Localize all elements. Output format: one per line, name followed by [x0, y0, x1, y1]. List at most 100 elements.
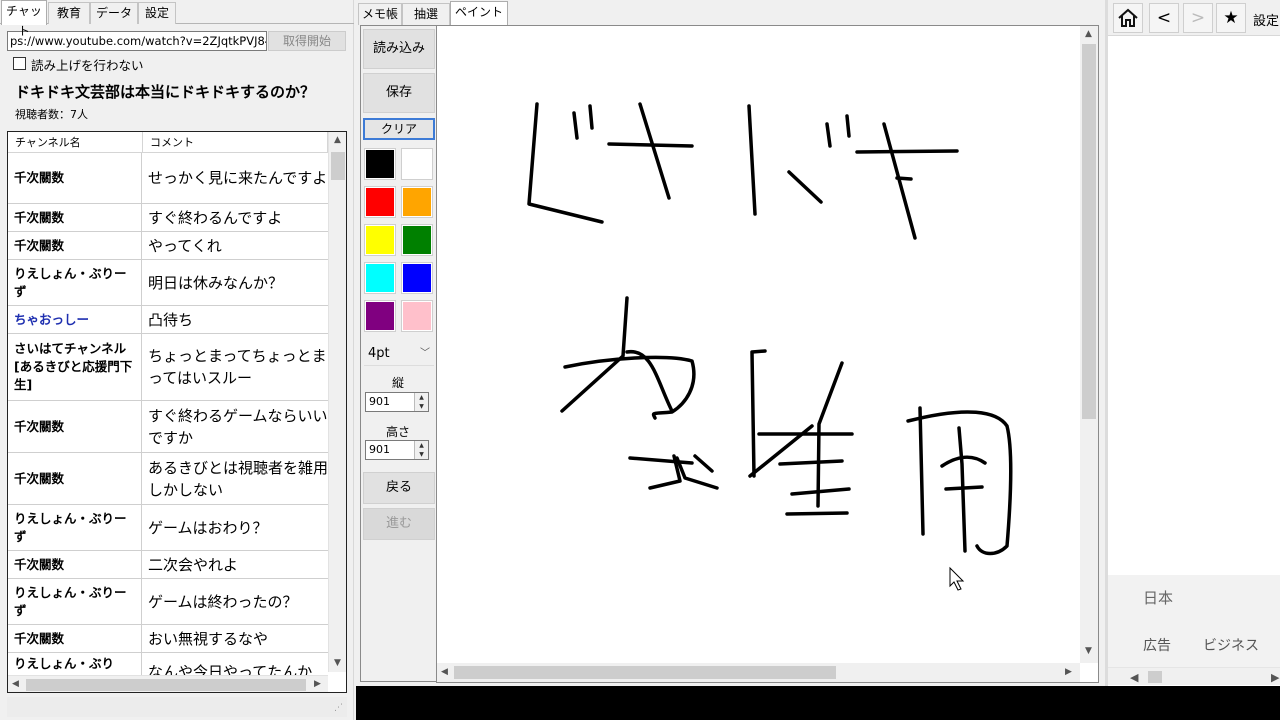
- comment-text: すぐ終わるんですよ: [148, 208, 283, 227]
- color-swatch-white[interactable]: [401, 148, 433, 180]
- table-row[interactable]: 千次關数 おい無視するなや: [8, 625, 328, 653]
- table-row[interactable]: りえしょん・ぶりーず ゲームは終わったの？: [8, 579, 328, 625]
- color-swatch-yellow[interactable]: [364, 224, 396, 256]
- resize-grip-icon[interactable]: ⋰: [334, 703, 343, 713]
- scroll-right-icon[interactable]: ▶: [1271, 671, 1279, 684]
- scroll-thumb[interactable]: [454, 666, 836, 679]
- color-swatch-blue[interactable]: [401, 262, 433, 294]
- url-input[interactable]: ps://www.youtube.com/watch?v=2ZJqtkPVJ84: [7, 31, 267, 51]
- forward-icon: >: [1190, 8, 1206, 28]
- scroll-left-icon[interactable]: ◀: [12, 679, 19, 689]
- status-bar: [7, 697, 347, 717]
- table-row[interactable]: 千次關数 あるきびとは視聴者を雑用しかしない: [8, 453, 328, 505]
- ads-link[interactable]: 広告: [1143, 635, 1171, 655]
- color-swatch-orange[interactable]: [401, 186, 433, 218]
- height-label: 高さ: [385, 425, 410, 439]
- drawing-strokes: [527, 102, 1013, 591]
- column-header-comment[interactable]: コメント: [143, 132, 328, 153]
- color-swatch-green[interactable]: [401, 224, 433, 256]
- height-stepper[interactable]: 901 ▲ ▼: [365, 440, 429, 460]
- comment-text: 二次会やれよ: [148, 555, 239, 574]
- save-button[interactable]: 保存: [363, 73, 435, 113]
- home-button[interactable]: [1113, 3, 1143, 33]
- scroll-up-icon[interactable]: ▲: [334, 135, 341, 145]
- scroll-thumb[interactable]: [1082, 44, 1096, 419]
- canvas-horizontal-scrollbar[interactable]: ◀ ▶: [437, 663, 1080, 682]
- comment-text: すぐ終わるゲームならいいですか: [148, 406, 328, 447]
- no-readout-checkbox[interactable]: [13, 57, 26, 70]
- business-link[interactable]: ビジネス: [1203, 635, 1259, 655]
- scroll-right-icon[interactable]: ▶: [314, 679, 321, 689]
- scroll-right-icon[interactable]: ▶: [1065, 667, 1072, 677]
- stepper-arrows-icon[interactable]: ▲ ▼: [414, 393, 428, 411]
- channel-name: 千次關数: [8, 401, 142, 452]
- color-swatch-cyan[interactable]: [364, 262, 396, 294]
- load-button[interactable]: 読み込み: [363, 29, 435, 69]
- table-row[interactable]: 千次關数 やってくれ: [8, 232, 328, 260]
- star-icon: ★: [1223, 8, 1239, 28]
- comment-text: やってくれ: [148, 236, 222, 255]
- pen-size-select[interactable]: 4pt ﹀: [364, 342, 434, 366]
- chat-panel: チャット 教育 データ 設定 ps://www.youtube.com/watc…: [0, 0, 354, 720]
- viewer-count: 視聴者数：7人: [15, 108, 88, 121]
- screen-background: [356, 686, 1280, 720]
- tab-settings[interactable]: 設定: [138, 2, 176, 24]
- scroll-left-icon[interactable]: ◀: [441, 667, 448, 677]
- paint-canvas[interactable]: ▲ ▼ ◀ ▶: [436, 25, 1099, 683]
- clear-button[interactable]: クリア: [363, 118, 435, 140]
- channel-name: りえしょん・ぶりーず: [8, 505, 142, 550]
- color-swatch-purple[interactable]: [364, 300, 396, 332]
- table-row[interactable]: 千次關数 すぐ終わるゲームならいいですか: [8, 401, 328, 453]
- comment-text: ゲームは終わったの？: [148, 592, 298, 611]
- tab-lottery[interactable]: 抽選: [402, 3, 450, 25]
- back-button[interactable]: <: [1149, 3, 1179, 33]
- table-row[interactable]: さいはてチャンネル[あるきびと応援門下生] ちょっとまってちょっとまってはいスル…: [8, 334, 328, 401]
- favorite-button[interactable]: ★: [1216, 3, 1246, 33]
- video-title: ドキドキ文芸部は本当にドキドキするのか？: [15, 83, 316, 101]
- tab-paint[interactable]: ペイント: [450, 1, 508, 26]
- channel-name: 千次關数: [8, 453, 142, 504]
- table-row[interactable]: りえしょん・ぶりーず 明日は休みなんか？: [8, 260, 328, 306]
- tab-data[interactable]: データ: [90, 2, 138, 24]
- color-swatch-black[interactable]: [364, 148, 396, 180]
- stepper-arrows-icon[interactable]: ▲ ▼: [414, 441, 428, 459]
- table-row[interactable]: 千次關数 すぐ終わるんですよ: [8, 204, 328, 232]
- settings-link[interactable]: 設定: [1253, 10, 1279, 29]
- fetch-start-button[interactable]: 取得開始: [268, 31, 346, 51]
- column-header-channel[interactable]: チャンネル名: [8, 132, 143, 153]
- scroll-down-icon[interactable]: ▼: [1085, 646, 1092, 656]
- width-stepper[interactable]: 901 ▲ ▼: [365, 392, 429, 412]
- scroll-thumb[interactable]: [1148, 671, 1162, 683]
- chevron-down-icon: ﹀: [420, 348, 430, 359]
- chat-vertical-scrollbar[interactable]: ▲ ▼: [328, 132, 346, 672]
- forward-button[interactable]: >: [1183, 3, 1213, 33]
- scroll-left-icon[interactable]: ◀: [1130, 671, 1138, 684]
- channel-name: 千次關数: [8, 625, 142, 652]
- browser-horizontal-scrollbar[interactable]: ◀ ▶: [1108, 667, 1280, 685]
- scroll-down-icon[interactable]: ▼: [334, 658, 341, 668]
- scroll-up-icon[interactable]: ▲: [1085, 29, 1092, 39]
- tab-memo[interactable]: メモ帳: [358, 3, 402, 25]
- tab-education[interactable]: 教育: [48, 2, 90, 24]
- width-label: 縦: [391, 376, 404, 390]
- color-swatch-pink[interactable]: [401, 300, 433, 332]
- browser-panel: < > ★ 設定 日本 広告 ビジネス ◀ ▶: [1105, 0, 1280, 686]
- table-row[interactable]: 千次關数 二次会やれよ: [8, 551, 328, 579]
- chat-table: チャンネル名 コメント 千次關数 せっかく見に来たんですよ 千次關数 すぐ終わる…: [7, 131, 347, 693]
- undo-button[interactable]: 戻る: [363, 472, 435, 504]
- color-swatch-red[interactable]: [364, 186, 396, 218]
- left-tabbar: チャット 教育 データ 設定: [0, 0, 354, 38]
- comment-text: あるきびとは視聴者を雑用しかしない: [148, 458, 329, 499]
- table-row[interactable]: ちゃおっしー 凸待ち: [8, 306, 328, 334]
- canvas-vertical-scrollbar[interactable]: ▲ ▼: [1080, 26, 1098, 663]
- tab-chat[interactable]: チャット: [1, 0, 47, 38]
- table-row[interactable]: りえしょん・ぶりーず ゲームはおわり？: [8, 505, 328, 551]
- chat-horizontal-scrollbar[interactable]: ◀ ▶: [8, 675, 328, 692]
- table-row[interactable]: 千次關数 せっかく見に来たんですよ: [8, 153, 328, 204]
- channel-name: りえしょん・ぶりーず: [8, 260, 142, 305]
- comment-text: ゲームはおわり？: [148, 518, 268, 537]
- scroll-thumb[interactable]: [331, 152, 345, 180]
- scroll-thumb[interactable]: [26, 679, 306, 691]
- redo-button[interactable]: 進む: [363, 508, 435, 540]
- comment-text: 凸待ち: [148, 310, 194, 329]
